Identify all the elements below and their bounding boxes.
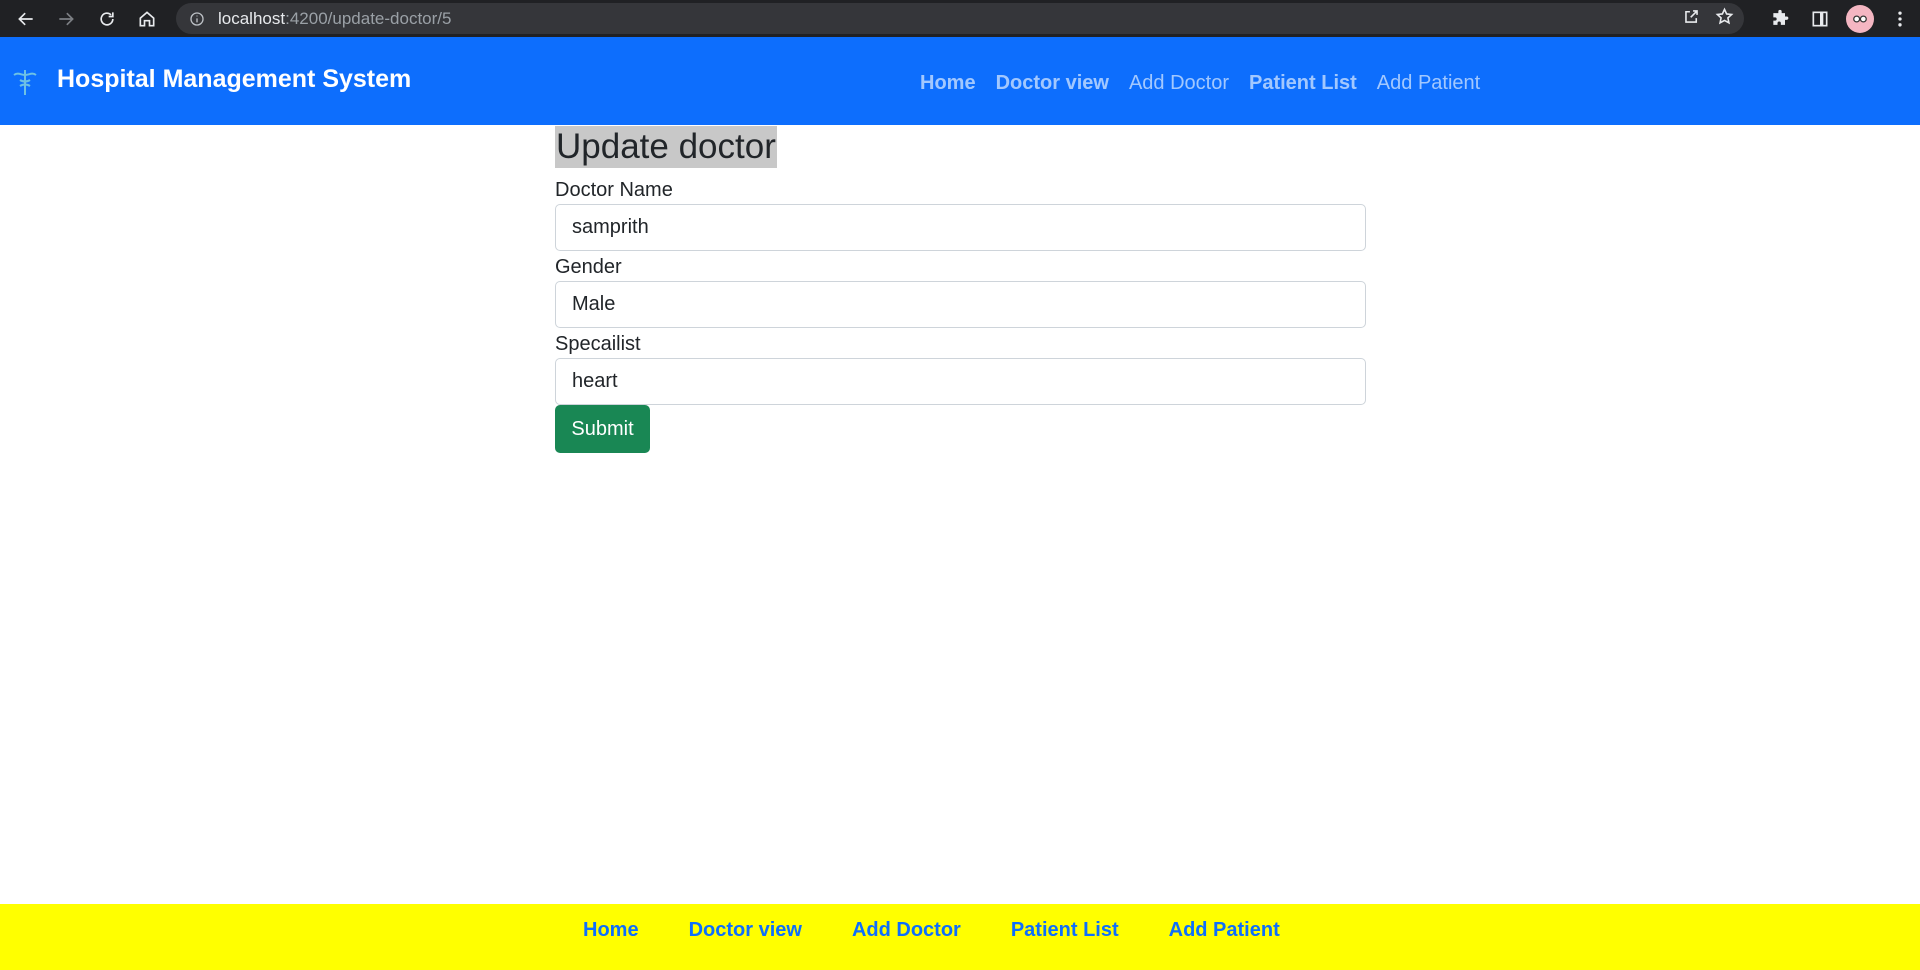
footer-link-home[interactable]: Home <box>583 919 639 942</box>
address-bar[interactable]: localhost:4200/update-doctor/5 <box>176 3 1744 34</box>
browser-toolbar: localhost:4200/update-doctor/5 <box>0 0 1920 37</box>
star-icon[interactable] <box>1715 6 1734 31</box>
doctor-name-label: Doctor Name <box>555 179 673 201</box>
kebab-menu-icon[interactable] <box>1880 0 1920 37</box>
footer-link-doctor-view[interactable]: Doctor view <box>689 919 802 942</box>
nav-links: Home Doctor view Add Doctor Patient List… <box>920 72 1480 95</box>
back-arrow-icon[interactable] <box>6 0 46 37</box>
gender-input[interactable] <box>555 281 1366 328</box>
footer-link-add-patient[interactable]: Add Patient <box>1169 919 1280 942</box>
nav-link-add-patient[interactable]: Add Patient <box>1377 72 1480 95</box>
submit-button[interactable]: Submit <box>555 405 650 453</box>
nav-link-home[interactable]: Home <box>920 72 976 95</box>
brand-title[interactable]: Hospital Management System <box>57 65 411 94</box>
specialist-label: Specailist <box>555 333 641 355</box>
nav-link-add-doctor[interactable]: Add Doctor <box>1129 72 1229 95</box>
profile-avatar[interactable] <box>1840 0 1880 37</box>
forward-arrow-icon[interactable] <box>46 0 86 37</box>
page-title: Update doctor <box>555 126 777 168</box>
url-host: localhost <box>218 8 286 28</box>
gender-label: Gender <box>555 256 622 278</box>
side-panel-icon[interactable] <box>1800 0 1840 37</box>
caduceus-icon[interactable] <box>10 67 40 97</box>
info-icon[interactable] <box>188 10 206 28</box>
extensions-icon[interactable] <box>1760 0 1800 37</box>
update-doctor-form: Update doctor Doctor Name Gender Specail… <box>555 126 1366 453</box>
footer-link-add-doctor[interactable]: Add Doctor <box>852 919 961 942</box>
app-navbar: Hospital Management System Home Doctor v… <box>0 37 1920 125</box>
footer-links: Home Doctor view Add Doctor Patient List… <box>583 919 1280 942</box>
home-icon[interactable] <box>127 0 167 37</box>
reload-icon[interactable] <box>87 0 127 37</box>
url-text[interactable]: localhost:4200/update-doctor/5 <box>218 9 451 29</box>
nav-link-doctor-view[interactable]: Doctor view <box>996 72 1109 95</box>
url-path: :4200/update-doctor/5 <box>285 8 452 28</box>
footer-link-patient-list[interactable]: Patient List <box>1011 919 1119 942</box>
doctor-name-input[interactable] <box>555 204 1366 251</box>
share-icon[interactable] <box>1682 7 1701 31</box>
specialist-input[interactable] <box>555 358 1366 405</box>
nav-link-patient-list[interactable]: Patient List <box>1249 72 1357 95</box>
footer: Home Doctor view Add Doctor Patient List… <box>0 904 1920 970</box>
